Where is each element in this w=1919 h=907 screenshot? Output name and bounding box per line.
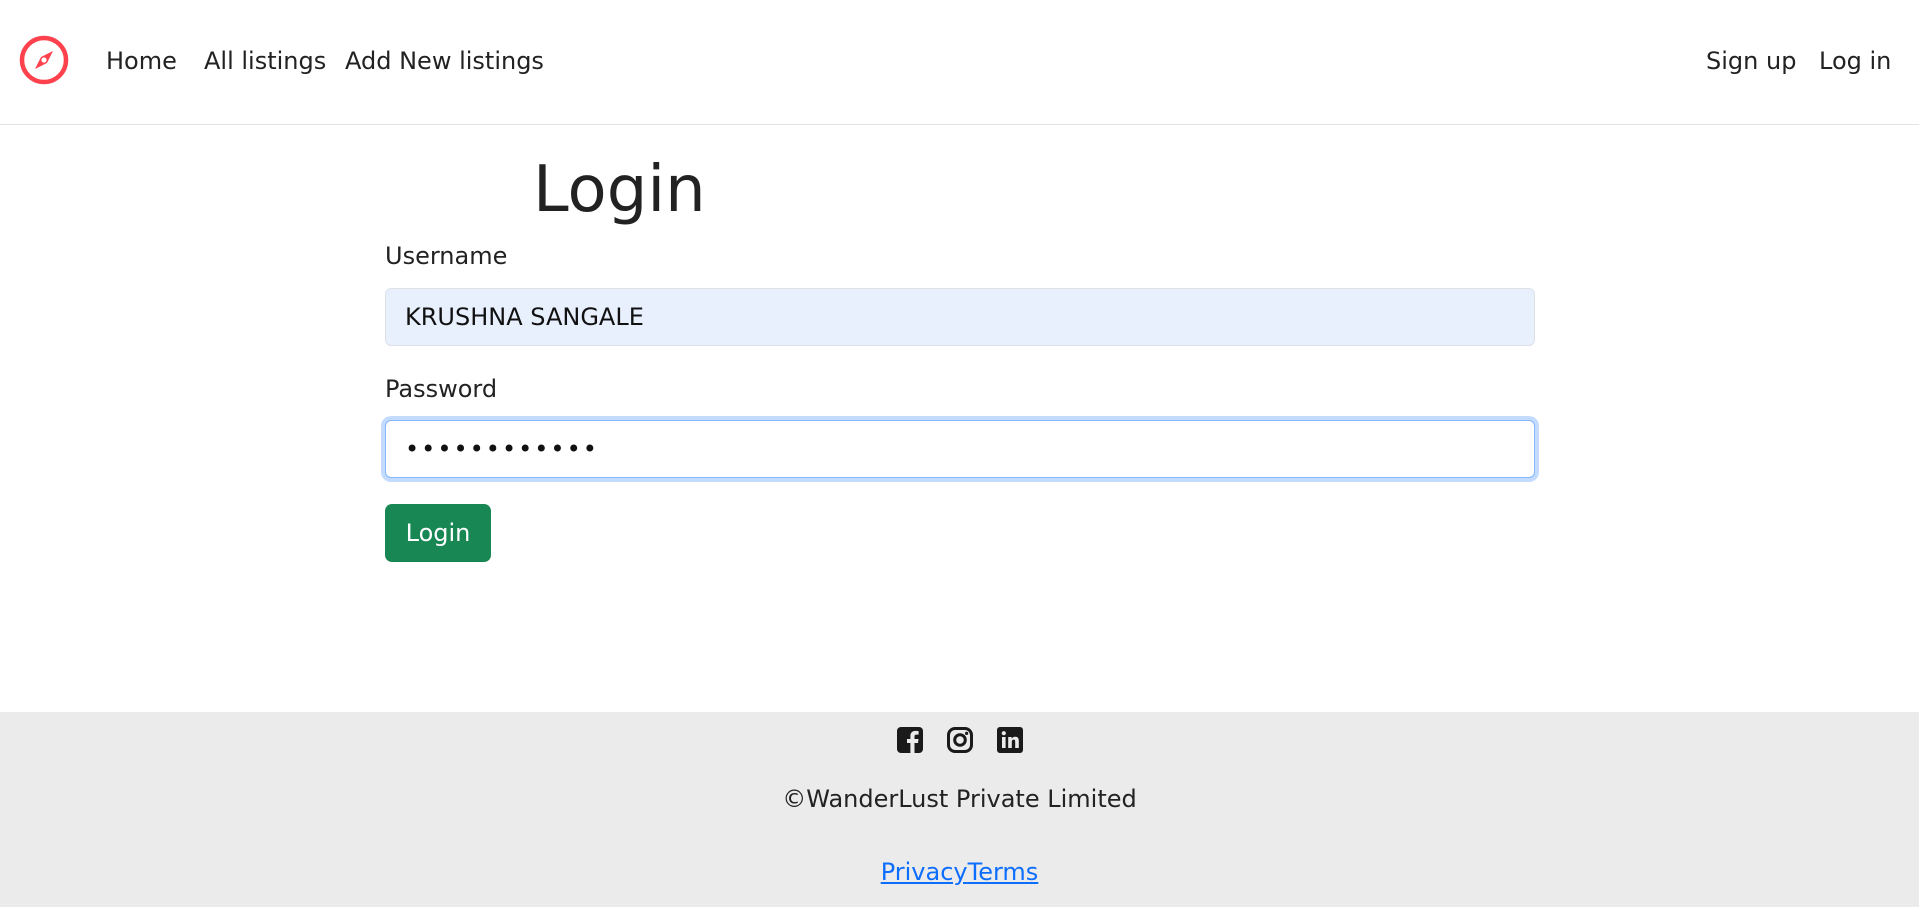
username-input[interactable] — [385, 288, 1535, 346]
navbar: Home All listings Add New listings Sign … — [0, 0, 1919, 125]
password-input[interactable] — [385, 420, 1535, 478]
nav-link-sign-up[interactable]: Sign up — [1706, 44, 1796, 78]
brand-logo-link[interactable] — [18, 34, 70, 86]
nav-link-log-in[interactable]: Log in — [1819, 44, 1891, 78]
footer-links: PrivacyTerms — [0, 855, 1919, 889]
nav-link-home[interactable]: Home — [106, 44, 177, 78]
compass-icon — [19, 35, 69, 85]
password-label: Password — [385, 375, 498, 403]
username-label: Username — [385, 242, 508, 270]
nav-link-all-listings[interactable]: All listings — [204, 44, 326, 78]
terms-link[interactable]: Terms — [968, 858, 1039, 886]
linkedin-icon — [996, 727, 1023, 753]
footer: ©WanderLust Private Limited PrivacyTerms — [0, 712, 1919, 907]
copyright-text: ©WanderLust Private Limited — [782, 785, 1137, 813]
page-title: Login — [533, 153, 706, 227]
social-links — [0, 725, 1919, 755]
facebook-icon — [896, 727, 923, 753]
privacy-link[interactable]: Privacy — [881, 858, 968, 886]
nav-link-add-new-listings[interactable]: Add New listings — [345, 44, 544, 78]
instagram-icon — [946, 727, 973, 753]
linkedin-link[interactable] — [995, 725, 1025, 755]
login-button[interactable]: Login — [385, 504, 491, 562]
facebook-link[interactable] — [895, 725, 925, 755]
instagram-link[interactable] — [945, 725, 975, 755]
